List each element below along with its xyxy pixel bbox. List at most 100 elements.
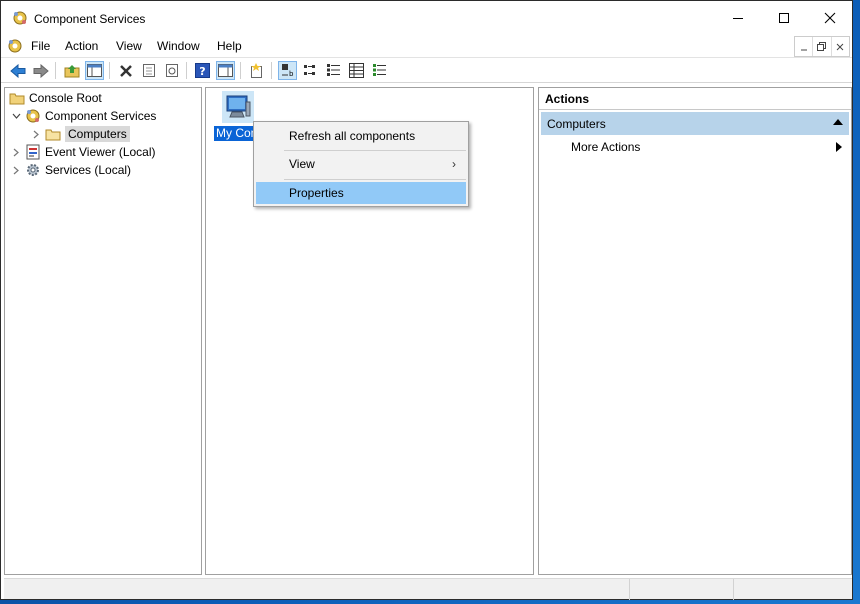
tree-item-label: Component Services [45,109,157,123]
menu-bar: File Action View Window Help [1,35,852,57]
svg-text:?: ? [199,65,205,78]
toolbar-separator [55,62,56,79]
chevron-right-icon: › [452,157,456,171]
chevron-right-icon[interactable] [31,130,41,139]
mdi-controls [794,36,850,57]
system-menu-icon[interactable] [7,38,23,54]
mdi-close-button[interactable] [830,37,849,56]
mdi-minimize-button[interactable] [795,37,812,56]
chevron-right-icon[interactable] [11,148,21,157]
tree-item-label: Event Viewer (Local) [45,145,156,159]
actions-header: Actions [539,88,851,110]
export-list-icon [373,64,386,76]
toolbar-separator [271,62,272,79]
context-menu-separator [284,150,466,151]
show-hide-console-tree-button[interactable] [85,61,104,80]
menu-action[interactable]: Action [65,39,98,53]
properties-button[interactable] [139,61,158,80]
context-menu-label: Refresh all components [289,129,416,143]
actions-group-computers[interactable]: Computers [541,112,849,135]
large-icons-view-icon: b [282,64,294,78]
more-actions-link[interactable]: More Actions [571,140,640,154]
mdi-restore-button[interactable] [812,37,830,56]
close-icon [836,43,844,50]
help-button[interactable]: ? [193,61,212,80]
show-hide-action-pane-button[interactable] [216,61,235,80]
window-title: Component Services [34,12,146,26]
context-menu-separator [284,179,466,180]
status-bar [4,578,852,600]
export-list-button[interactable] [370,61,389,80]
context-menu-label: View [289,157,315,171]
close-icon [824,12,836,24]
tree-item-component-services[interactable]: Component Services [11,107,156,125]
minimize-icon [800,49,807,50]
maximize-icon [779,13,789,23]
menu-window[interactable]: Window [157,39,200,53]
component-services-icon [13,11,27,25]
collapse-caret-icon[interactable] [833,119,843,125]
refresh-icon [165,64,178,77]
console-tree[interactable]: Console Root Component Services Computer… [4,87,202,575]
title-bar[interactable]: Component Services [1,1,852,35]
close-button[interactable] [807,1,853,35]
tree-item-computers[interactable]: Computers [31,125,130,143]
tree-item-event-viewer[interactable]: Event Viewer (Local) [11,143,156,161]
small-icons-view-button[interactable] [301,61,320,80]
folder-icon [45,126,61,142]
tree-item-label: Computers [65,126,130,142]
up-one-level-button[interactable] [62,61,81,80]
new-item-icon [251,63,262,78]
status-divider [733,579,734,600]
toolbar: ? b [1,57,852,83]
small-icons-view-icon [304,65,315,75]
submenu-arrow-icon[interactable] [836,142,842,152]
event-viewer-icon [25,144,41,160]
tree-item-label: Services (Local) [45,163,132,177]
actions-pane: Actions Computers More Actions [538,87,852,575]
toolbar-separator [109,62,110,79]
show-hide-action-pane-icon [218,64,233,77]
delete-button[interactable] [116,61,135,80]
back-arrow-icon [9,63,25,78]
folder-icon [9,90,25,106]
context-menu: Refresh all components View › Properties [253,121,469,207]
minimize-icon [733,18,743,19]
tree-item-services[interactable]: Services (Local) [11,161,131,179]
forward-arrow-icon [33,63,49,78]
show-hide-console-tree-icon [87,64,102,77]
delete-icon [119,64,132,77]
list-view-button[interactable] [324,61,343,80]
actions-group-label: Computers [547,117,606,131]
help-icon: ? [195,63,210,78]
context-menu-refresh-all-components[interactable]: Refresh all components [256,125,466,147]
toolbar-separator [186,62,187,79]
detail-view-icon [349,63,364,78]
component-services-icon [25,108,41,124]
back-button[interactable] [8,61,27,80]
status-divider [629,579,630,600]
menu-help[interactable]: Help [217,39,242,53]
refresh-button[interactable] [162,61,181,80]
detail-view-button[interactable] [347,61,366,80]
context-menu-label: Properties [289,186,344,200]
component-services-window: Component Services File Action View Wind… [0,0,853,600]
gear-icon [25,162,41,178]
large-icons-view-button[interactable]: b [278,61,297,80]
menu-file[interactable]: File [31,39,50,53]
tree-item-console-root[interactable]: Console Root [9,89,102,107]
maximize-button[interactable] [761,1,807,35]
restore-icon [817,42,827,51]
svg-text:b: b [289,70,294,78]
context-menu-properties[interactable]: Properties [256,182,466,204]
chevron-right-icon[interactable] [11,166,21,175]
forward-button[interactable] [31,61,50,80]
toolbar-separator [240,62,241,79]
minimize-button[interactable] [715,1,761,35]
menu-view[interactable]: View [116,39,142,53]
new-button[interactable] [247,61,266,80]
tree-item-label: Console Root [29,91,102,105]
context-menu-view[interactable]: View › [256,153,466,175]
computer-icon [222,91,254,123]
chevron-down-icon[interactable] [11,113,21,119]
